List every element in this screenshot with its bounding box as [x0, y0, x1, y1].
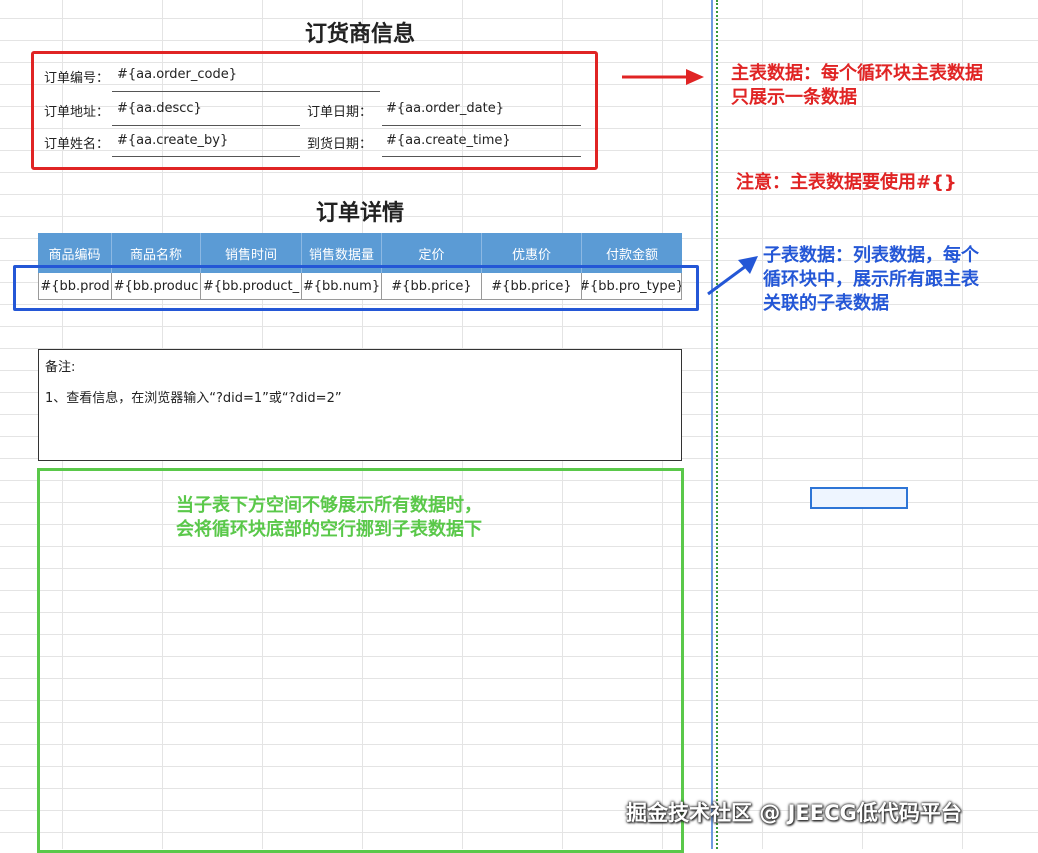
red-arrow-icon [622, 69, 704, 85]
page-boundary-line [711, 0, 713, 849]
sub-table-annotation-line1: 子表数据：列表数据，每个 [763, 245, 979, 266]
selected-cell[interactable] [810, 487, 908, 509]
order-info-title: 订货商信息 [304, 22, 415, 47]
order-detail-title: 订单详情 [315, 201, 404, 226]
usage-note-annotation: 注意：主表数据要使用#{} [736, 172, 957, 193]
sub-table-annotation-line2: 循环块中，展示所有跟主表 [763, 269, 979, 290]
notes-line-1: 1、查看信息，在浏览器输入“?did=1”或“?did=2” [45, 391, 342, 406]
notes-heading: 备注: [45, 360, 76, 375]
overflow-annotation: 当子表下方空间不够展示所有数据时， 会将循环块底部的空行挪到子表数据下 [176, 494, 482, 542]
overflow-annotation-line2: 会将循环块底部的空行挪到子表数据下 [176, 519, 482, 540]
main-table-annotation-line2: 只展示一条数据 [731, 87, 857, 108]
sub-table-highlight [13, 265, 699, 311]
print-area-dotted-line [716, 0, 718, 849]
overflow-annotation-line1: 当子表下方空间不够展示所有数据时， [176, 495, 482, 516]
main-table-annotation-line1: 主表数据：每个循环块主表数据 [731, 63, 983, 84]
sub-table-annotation-line3: 关联的子表数据 [763, 293, 889, 314]
watermark: 掘金技术社区 @ JEECG低代码平台 [626, 801, 962, 825]
blue-arrow-icon [707, 256, 758, 296]
sub-table-annotation: 子表数据：列表数据，每个 循环块中，展示所有跟主表 关联的子表数据 [763, 244, 979, 316]
notes-box[interactable]: 备注: 1、查看信息，在浏览器输入“?did=1”或“?did=2” [38, 349, 682, 461]
main-table-annotation: 主表数据：每个循环块主表数据 只展示一条数据 [731, 62, 983, 110]
main-table-highlight [31, 51, 598, 170]
